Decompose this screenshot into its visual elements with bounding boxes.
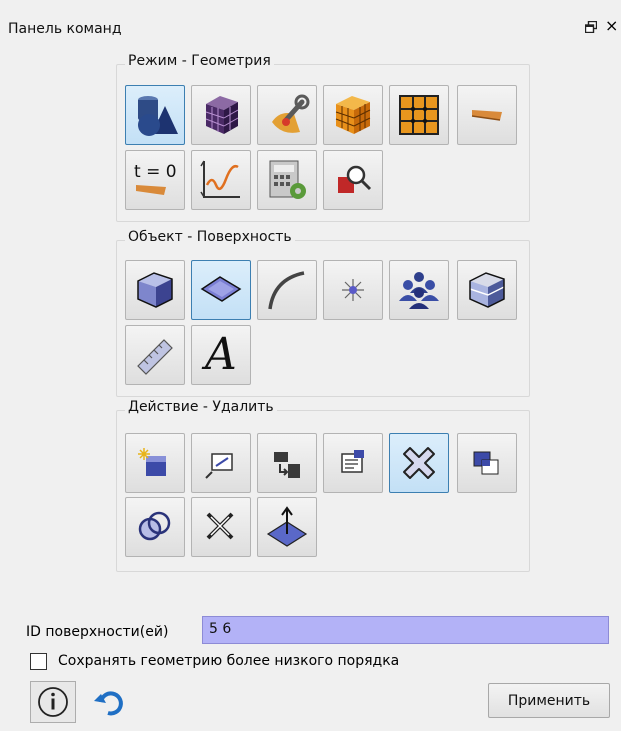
grid-mode-button[interactable] — [389, 85, 449, 145]
normal-action-button[interactable] — [257, 497, 317, 557]
t-zero-icon: t = 0 — [134, 162, 177, 195]
transform-icon — [274, 452, 300, 478]
copy-icon — [473, 451, 499, 475]
surface-id-label: ID поверхности(ей) — [26, 624, 169, 640]
properties-icon — [341, 450, 364, 473]
keep-lower-order-label: Сохранять геометрию более низкого порядк… — [58, 653, 400, 669]
surface-object-button[interactable] — [191, 260, 251, 320]
panel-titlebar: Панель команд × — [0, 0, 621, 46]
create-spark-icon — [138, 448, 166, 476]
tools-mode-button[interactable] — [257, 85, 317, 145]
modify-icon — [205, 453, 233, 479]
scissors-icon — [206, 512, 234, 540]
calculator-mode-button[interactable] — [257, 150, 317, 210]
properties-action-button[interactable] — [323, 433, 383, 493]
vertex-star-icon — [342, 279, 364, 301]
initial-condition-mode-button[interactable]: t = 0 — [125, 150, 185, 210]
geometry-shapes-icon — [138, 96, 178, 136]
action-group-label: Действие - Удалить — [125, 399, 277, 415]
transform-action-button[interactable] — [257, 433, 317, 493]
keep-lower-order-checkbox[interactable] — [30, 653, 47, 670]
curve-object-button[interactable] — [257, 260, 317, 320]
text-a-icon: A — [205, 329, 237, 380]
float-icon[interactable] — [585, 21, 597, 33]
magnifier-shapes-icon — [338, 165, 372, 193]
measure-object-button[interactable] — [125, 325, 185, 385]
normal-arrow-icon — [266, 506, 308, 547]
object-group-label: Объект - Поверхность — [125, 229, 295, 245]
volume-mesh-mode-button[interactable] — [323, 85, 383, 145]
calculator-gear-icon — [269, 160, 306, 199]
surface-id-input[interactable]: 5 6 — [202, 616, 609, 644]
delete-action-button[interactable] — [389, 433, 449, 493]
copy-action-button[interactable] — [457, 433, 517, 493]
info-button[interactable] — [30, 681, 76, 723]
inspect-mode-button[interactable] — [323, 150, 383, 210]
curve-icon — [268, 271, 305, 310]
material-strip-icon — [471, 110, 502, 121]
line-chart-icon — [200, 160, 240, 198]
cut-action-button[interactable] — [191, 497, 251, 557]
mesh-mode-button[interactable] — [191, 85, 251, 145]
people-group-icon — [399, 272, 439, 309]
panel-title: Панель команд — [8, 21, 122, 37]
create-action-button[interactable] — [125, 433, 185, 493]
orange-cube-grid-icon — [335, 96, 371, 134]
mode-group-label: Режим - Геометрия — [125, 53, 274, 69]
vertex-object-button[interactable] — [323, 260, 383, 320]
group-object-button[interactable] — [389, 260, 449, 320]
wrench-tools-icon — [272, 94, 310, 133]
apply-button[interactable]: Применить — [488, 683, 610, 718]
modify-action-button[interactable] — [191, 433, 251, 493]
close-icon[interactable]: × — [605, 18, 619, 34]
delete-cross-icon — [403, 447, 435, 479]
surface-icon — [200, 276, 242, 302]
orange-grid-icon — [399, 95, 439, 135]
undo-icon[interactable] — [93, 688, 127, 718]
svg-text:t = 0: t = 0 — [134, 162, 177, 182]
mesh-cube-icon — [205, 96, 239, 134]
ruler-icon — [137, 339, 173, 375]
body-object-button[interactable] — [457, 260, 517, 320]
info-icon — [38, 687, 68, 717]
boolean-action-button[interactable] — [125, 497, 185, 557]
volume-cube-icon — [137, 272, 173, 308]
text-object-button[interactable]: A — [191, 325, 251, 385]
boolean-circles-icon — [138, 511, 171, 541]
volume-object-button[interactable] — [125, 260, 185, 320]
material-mode-button[interactable] — [457, 85, 517, 145]
body-cube-icon — [469, 272, 505, 308]
geometry-mode-button[interactable] — [125, 85, 185, 145]
plot-mode-button[interactable] — [191, 150, 251, 210]
